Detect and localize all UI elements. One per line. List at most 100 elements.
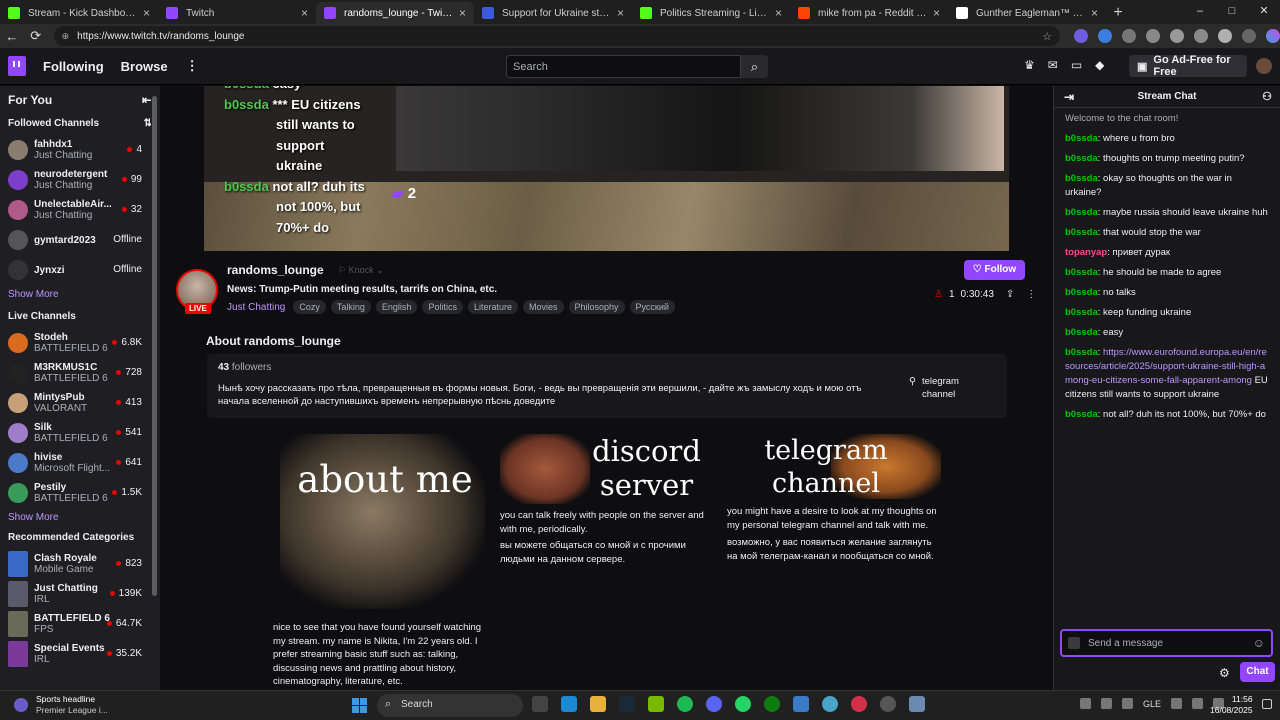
settings-icon[interactable] — [909, 696, 925, 712]
crown-icon[interactable]: ♛ — [1024, 58, 1035, 72]
taskbar-search[interactable]: ⌕ Search — [377, 694, 523, 717]
notification-icon[interactable] — [1262, 699, 1272, 709]
spotify-icon[interactable] — [677, 696, 693, 712]
video-player[interactable]: b0ssda easyb0ssda *** EU citizensstill w… — [204, 86, 1009, 251]
browser-tab[interactable]: Gunther Eagleman™ (@Gunther × — [948, 2, 1106, 24]
steam-icon[interactable] — [619, 696, 635, 712]
sidebar-channel[interactable]: hivise Microsoft Flight... 641 — [0, 448, 160, 478]
search-input[interactable]: Search — [506, 55, 741, 78]
chat-username[interactable]: b0ssda — [1065, 173, 1098, 184]
twitch-logo-icon[interactable] — [8, 56, 26, 76]
sidebar-channel[interactable]: UnelectableAir... Just Chatting 32 — [0, 195, 160, 225]
stream-category[interactable]: Just Chatting — [227, 302, 285, 313]
browser-tab[interactable]: Twitch × — [158, 2, 316, 24]
chat-username[interactable]: b0ssda — [1065, 287, 1098, 298]
category-item[interactable]: Special Events IRL 35.2K — [0, 639, 160, 669]
new-tab-button[interactable]: + — [1106, 2, 1130, 24]
extension-icon[interactable] — [1122, 29, 1136, 43]
knock-button[interactable]: ⚐ Knock ⌄ — [338, 265, 384, 276]
discord-icon[interactable] — [706, 696, 722, 712]
browser-tab[interactable]: Politics Streaming - Live Streams × — [632, 2, 790, 24]
mic-icon[interactable] — [1122, 698, 1133, 709]
browser-tab[interactable]: Stream - Kick Dashboard × — [0, 2, 158, 24]
sidebar-channel[interactable]: gymtard2023 Offline — [0, 225, 160, 255]
stream-tag[interactable]: Politics — [422, 300, 463, 314]
creative-cloud-icon[interactable] — [851, 696, 867, 712]
tray-app-icon[interactable] — [1101, 698, 1112, 709]
stream-tag[interactable]: Philosophy — [568, 300, 625, 314]
show-more-live[interactable]: Show More — [0, 508, 160, 528]
whatsapp-icon[interactable] — [735, 696, 751, 712]
stream-tag[interactable]: Русский — [629, 300, 675, 314]
more-icon[interactable] — [1242, 29, 1256, 43]
category-item[interactable]: Just Chatting IRL 139K — [0, 579, 160, 609]
volume-icon[interactable] — [1192, 698, 1204, 709]
favorites-icon[interactable] — [1170, 29, 1184, 43]
sidebar-channel[interactable]: MintysPub VALORANT 413 — [0, 388, 160, 418]
sidebar-channel[interactable]: neurodetergent Just Chatting 99 — [0, 165, 160, 195]
sidebar-channel[interactable]: Stodeh BATTLEFIELD 6 6.8K — [0, 328, 160, 358]
inbox-icon[interactable]: ✉ — [1048, 58, 1058, 72]
telegram-link[interactable]: ⚲ telegram channel — [909, 375, 982, 401]
stream-tag[interactable]: Talking — [330, 300, 371, 314]
follow-button[interactable]: ♡ Follow — [964, 260, 1025, 280]
more-menu-icon[interactable]: ⋮ — [186, 58, 199, 74]
chat-username[interactable]: b0ssda — [1065, 227, 1098, 238]
nvidia-icon[interactable] — [648, 696, 664, 712]
scrollbar-thumb[interactable] — [152, 96, 157, 596]
chat-input[interactable]: Send a message ☺ — [1060, 629, 1273, 657]
more-options-icon[interactable]: ⋮ — [1026, 289, 1036, 300]
news-widget[interactable]: Sports headline Premier League i... — [14, 694, 108, 716]
sidebar-channel[interactable]: fahhdx1 Just Chatting 4 — [0, 135, 160, 165]
category-item[interactable]: BATTLEFIELD 6 FPS 64.7K — [0, 609, 160, 639]
bits-icon[interactable] — [1068, 637, 1080, 649]
show-more-followed[interactable]: Show More — [0, 285, 160, 305]
photos-icon[interactable] — [793, 696, 809, 712]
task-view-icon[interactable] — [532, 696, 548, 712]
chat-username[interactable]: b0ssda — [1065, 153, 1098, 164]
chevron-up-icon[interactable] — [1080, 698, 1091, 709]
chat-username[interactable]: b0ssda — [1065, 347, 1098, 358]
sidebar-channel[interactable]: Jynxzi Offline — [0, 255, 160, 285]
whispers-icon[interactable]: ▭ — [1071, 58, 1082, 72]
sidebar-scrollbar[interactable] — [151, 86, 158, 690]
language-indicator[interactable]: GLE — [1143, 699, 1161, 709]
bookmark-star-icon[interactable]: ☆ — [1042, 30, 1052, 43]
chat-username[interactable]: b0ssda — [1065, 133, 1098, 144]
stream-tag[interactable]: Cozy — [293, 300, 326, 314]
chat-settings-icon[interactable]: ⚙ — [1219, 666, 1230, 680]
extension-icon[interactable] — [1074, 29, 1088, 43]
sidebar-channel[interactable]: Silk BATTLEFIELD 6 541 — [0, 418, 160, 448]
emote-picker-icon[interactable]: ☺ — [1253, 636, 1265, 650]
stream-tag[interactable]: English — [375, 300, 418, 314]
url-field[interactable]: ⊕ https://www.twitch.tv/randoms_lounge ☆ — [53, 26, 1060, 46]
maximize-icon[interactable]: □ — [1216, 0, 1248, 22]
minimize-icon[interactable]: – — [1184, 0, 1216, 22]
xbox-icon[interactable] — [764, 696, 780, 712]
chat-username[interactable]: b0ssda — [1065, 307, 1098, 318]
collapse-chat-icon[interactable]: ⇥ — [1064, 90, 1074, 104]
ad-free-button[interactable]: ▣ Go Ad-Free for Free — [1129, 54, 1247, 78]
sidebar-channel[interactable]: Pestily BATTLEFIELD 6 1.5K — [0, 478, 160, 508]
app-icon[interactable] — [822, 696, 838, 712]
chat-username[interactable]: topanyap — [1065, 247, 1107, 258]
following-link[interactable]: Following — [43, 59, 104, 74]
chat-username[interactable]: b0ssda — [1065, 409, 1098, 420]
bits-icon[interactable]: ◆ — [1095, 58, 1104, 72]
stream-tag[interactable]: Movies — [522, 300, 564, 314]
close-tab-icon[interactable]: × — [775, 6, 782, 20]
chat-send-button[interactable]: Chat — [1240, 662, 1275, 682]
collections-icon[interactable] — [1194, 29, 1208, 43]
reload-icon[interactable]: ⟳ — [24, 28, 48, 44]
close-tab-icon[interactable]: × — [933, 6, 940, 20]
chat-username[interactable]: b0ssda — [1065, 267, 1098, 278]
site-info-icon[interactable]: ⊕ — [62, 31, 70, 42]
profile-avatar-icon[interactable] — [1218, 29, 1232, 43]
stream-tag[interactable]: Literature — [467, 300, 518, 314]
back-icon[interactable]: ← — [0, 29, 24, 44]
clock[interactable]: 11:56 16/08/2025 — [1210, 694, 1253, 716]
browse-link[interactable]: Browse — [121, 59, 168, 74]
extension-icon[interactable] — [1098, 29, 1112, 43]
close-tab-icon[interactable]: × — [459, 6, 466, 20]
edge-icon[interactable] — [561, 696, 577, 712]
